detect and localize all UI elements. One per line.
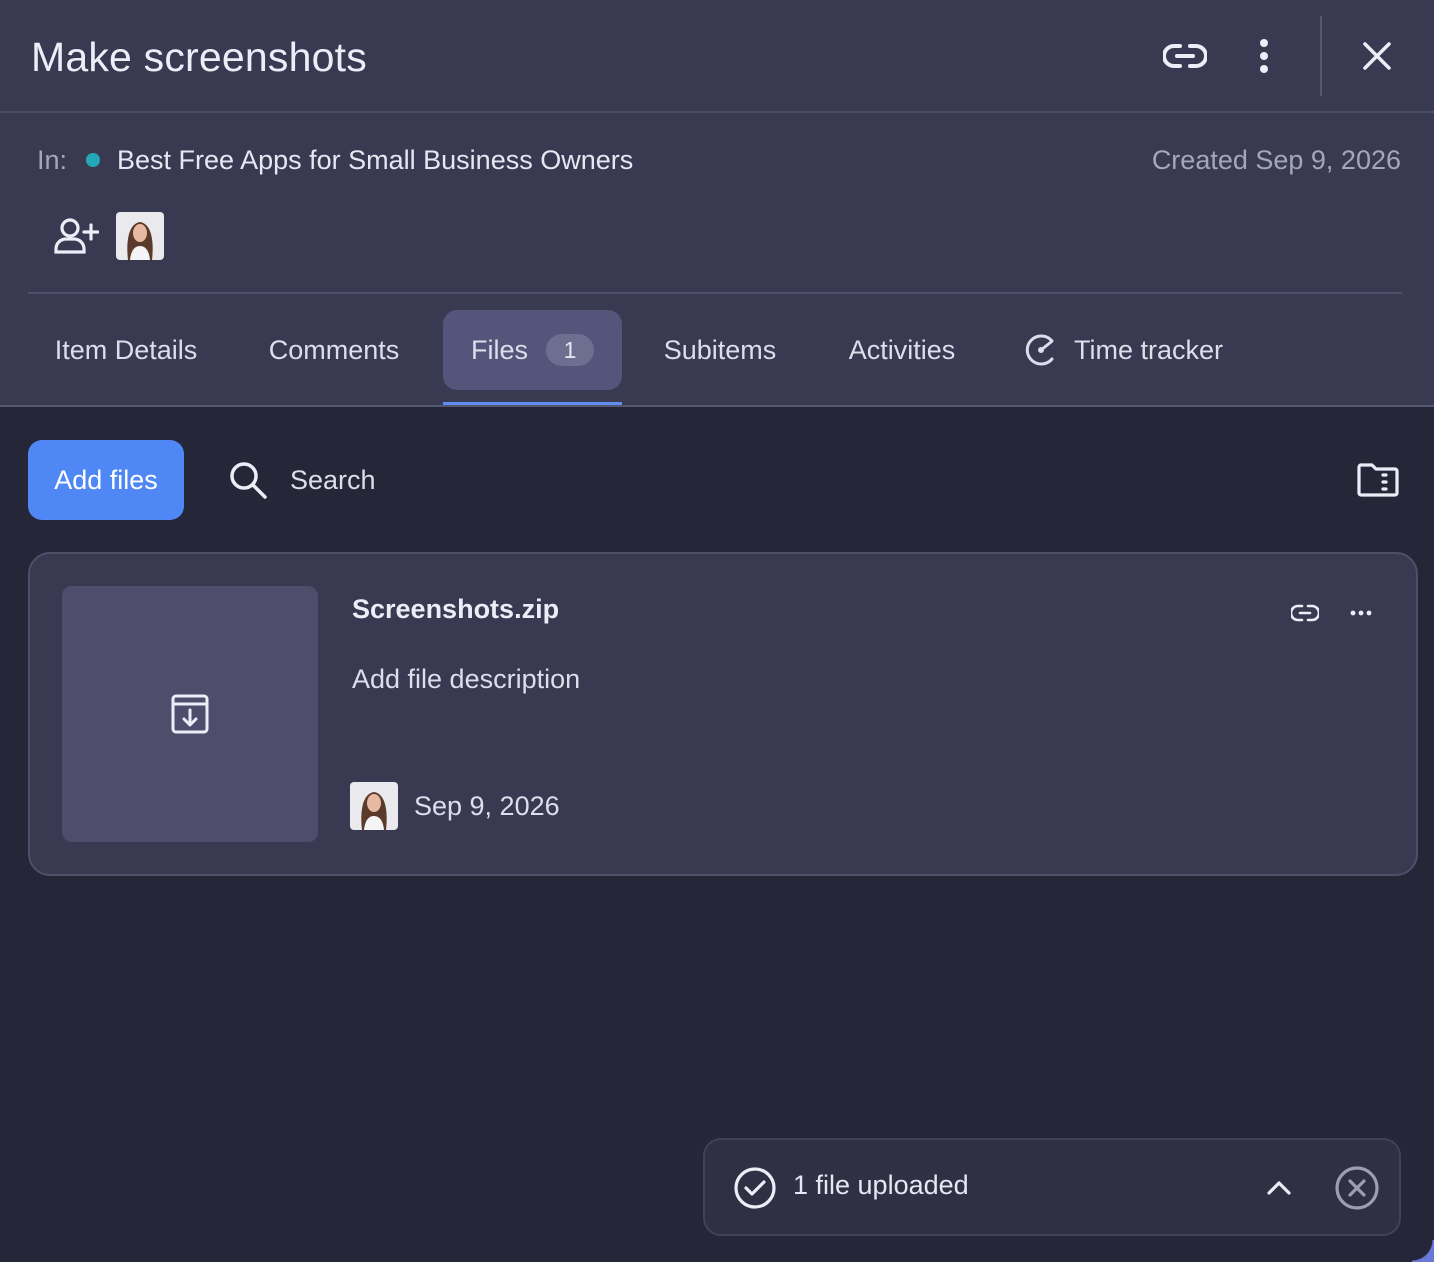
file-date: Sep 9, 2026	[414, 790, 560, 821]
more-options-button[interactable]	[1242, 34, 1286, 78]
link-icon	[1291, 604, 1319, 622]
time-tracker-icon	[1025, 334, 1054, 366]
title-row: Make screenshots	[0, 0, 1434, 113]
folder-view-button[interactable]	[1352, 456, 1404, 504]
tab-label: Comments	[268, 334, 400, 365]
file-name[interactable]: Screenshots.zip	[352, 594, 559, 625]
file-description-field[interactable]: Add file description	[352, 664, 580, 695]
check-circle-icon	[734, 1167, 776, 1209]
chevron-up-icon	[1267, 1181, 1291, 1195]
add-files-button[interactable]: Add files	[28, 440, 184, 520]
close-circle-icon	[1335, 1166, 1379, 1210]
person-avatar-icon	[116, 212, 164, 260]
search-icon	[230, 462, 267, 499]
search-files[interactable]: Search	[228, 450, 376, 510]
close-icon	[1363, 42, 1391, 70]
uploader-avatar	[350, 782, 398, 830]
in-label: In:	[37, 144, 68, 175]
tab-label: Time tracker	[1074, 334, 1224, 365]
upload-toast: 1 file uploaded	[703, 1138, 1401, 1236]
search-label: Search	[290, 464, 376, 495]
tab-comments[interactable]: Comments	[242, 310, 426, 390]
file-meta: Sep 9, 2026	[350, 782, 560, 830]
archive-download-icon	[171, 694, 209, 734]
files-count-badge: 1	[546, 334, 594, 366]
header-bottom-border	[0, 405, 1434, 407]
upload-status-text: 1 file uploaded	[793, 1170, 969, 1200]
item-title[interactable]: Make screenshots	[31, 34, 367, 81]
subscriber-avatar[interactable]	[116, 212, 164, 260]
copy-link-button[interactable]	[1160, 34, 1210, 78]
file-thumbnail[interactable]	[62, 586, 318, 842]
more-vertical-icon	[1260, 39, 1268, 73]
tab-files[interactable]: Files 1	[443, 310, 622, 390]
file-link-button[interactable]	[1286, 598, 1324, 628]
tab-time-tracker[interactable]: Time tracker	[1024, 310, 1244, 390]
tab-activities[interactable]: Activities	[824, 310, 980, 390]
dismiss-toast-button[interactable]	[1333, 1164, 1381, 1212]
close-button[interactable]	[1355, 34, 1399, 78]
board-link[interactable]: Best Free Apps for Small Business Owners	[117, 145, 633, 176]
more-horizontal-icon	[1350, 610, 1372, 616]
created-date: Created Sep 9, 2026	[1151, 145, 1401, 175]
add-subscriber-button[interactable]	[52, 212, 100, 260]
tab-label: Files	[470, 334, 528, 365]
file-card[interactable]: Screenshots.zip Add file description Sep…	[28, 552, 1418, 876]
header-divider	[1320, 16, 1322, 96]
tab-label: Activities	[848, 334, 956, 365]
subscribers-row	[52, 212, 164, 260]
folder-icon	[1357, 463, 1399, 497]
board-breadcrumb: In: Best Free Apps for Small Business Ow…	[37, 140, 633, 180]
item-panel: Make screenshots In: Best Free Apps for …	[0, 0, 1434, 1262]
add-person-icon	[54, 218, 99, 254]
header-separator	[28, 292, 1402, 294]
resize-corner	[1412, 1240, 1434, 1262]
link-icon	[1163, 44, 1207, 68]
tab-item-details[interactable]: Item Details	[28, 310, 224, 390]
board-color-dot	[86, 153, 101, 167]
item-header: Make screenshots In: Best Free Apps for …	[0, 0, 1434, 407]
tab-subitems[interactable]: Subitems	[640, 310, 800, 390]
tab-label: Item Details	[54, 334, 198, 365]
file-more-button[interactable]	[1342, 598, 1380, 628]
tab-label: Subitems	[663, 334, 777, 365]
expand-uploads-button[interactable]	[1261, 1172, 1297, 1204]
person-avatar-icon	[350, 782, 398, 830]
